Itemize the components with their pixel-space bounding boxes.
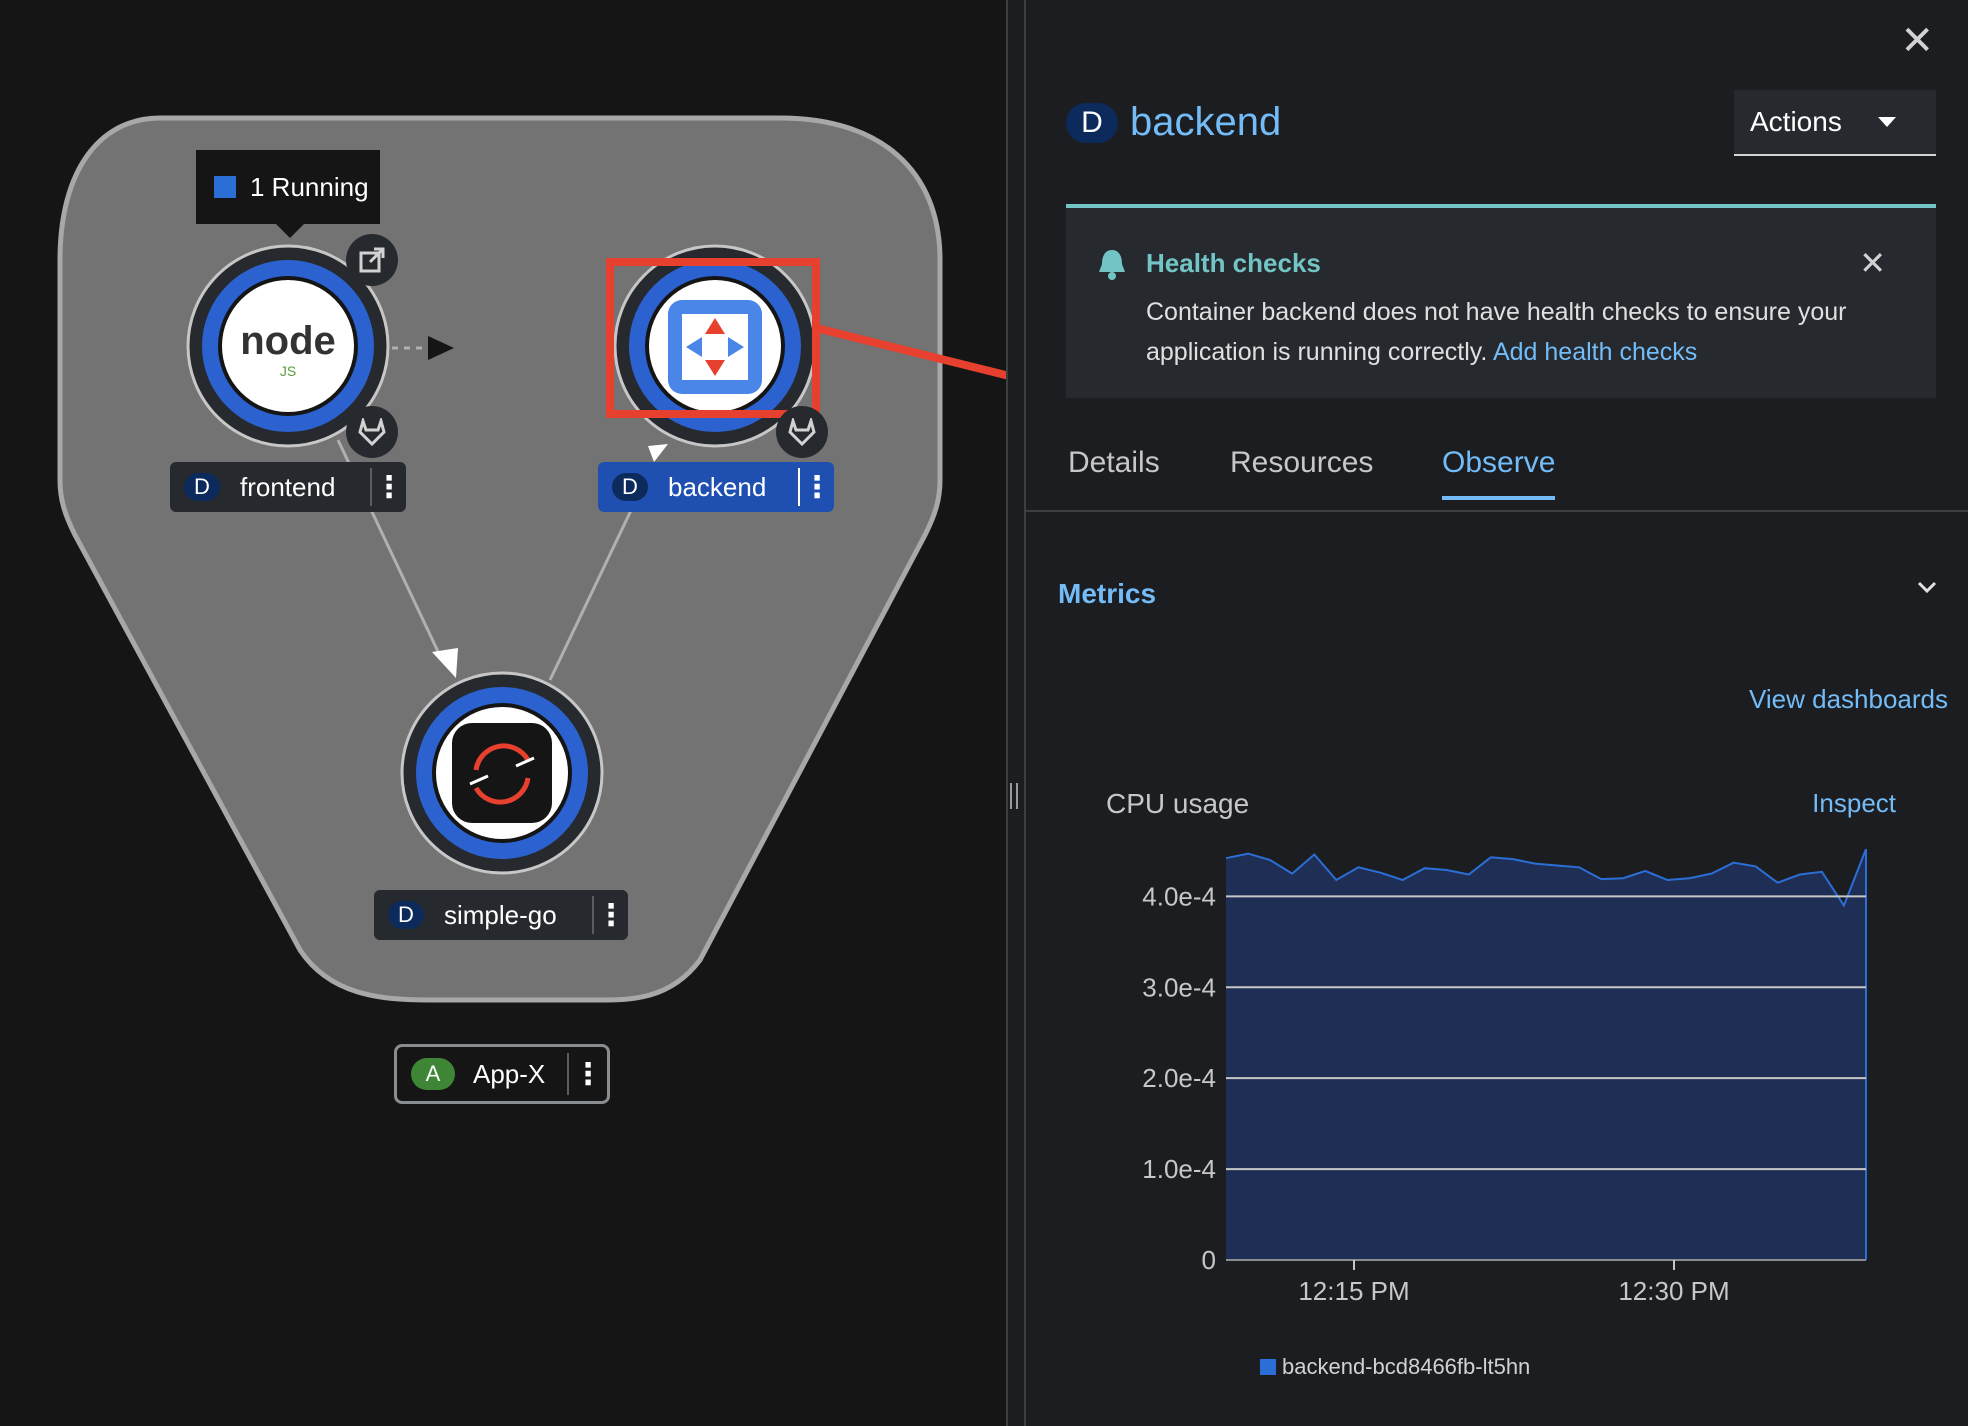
y-tick-label: 1.0e-4 bbox=[1142, 1154, 1216, 1184]
node-label-simple-go[interactable]: D simple-go ⋮ bbox=[374, 890, 628, 940]
y-tick-label: 4.0e-4 bbox=[1142, 881, 1216, 911]
legend-swatch bbox=[1260, 1359, 1276, 1375]
metrics-heading[interactable]: Metrics bbox=[1058, 578, 1156, 610]
actions-label: Actions bbox=[1750, 106, 1842, 137]
y-tick-label: 0 bbox=[1202, 1245, 1216, 1275]
tab-details[interactable]: Details bbox=[1068, 446, 1160, 496]
topology-canvas[interactable]: node JS 1 Running D frontend ⋮ D backend… bbox=[0, 0, 1006, 1426]
cpu-area-fill bbox=[1226, 849, 1866, 1260]
panel-resize-divider[interactable] bbox=[1006, 0, 1026, 1426]
cpu-usage-chart: 0 1.0e-4 2.0e-4 3.0e-4 4.0e-4 12:15 PM 12:30 P… bbox=[1142, 848, 1867, 1306]
side-panel: ✕ D backend Actions Health checks ✕ Cont… bbox=[1026, 0, 1968, 1426]
node-label-backend[interactable]: D backend ⋮ bbox=[598, 462, 834, 512]
panel-title: D backend bbox=[1066, 100, 1281, 145]
svg-text:JS: JS bbox=[280, 363, 296, 379]
y-tick-label: 3.0e-4 bbox=[1142, 972, 1216, 1002]
gitlab-icon bbox=[358, 418, 386, 446]
deployment-badge: D bbox=[1066, 102, 1118, 143]
node-name: frontend bbox=[240, 471, 336, 502]
application-badge: A bbox=[411, 1058, 455, 1090]
edit-source-button-backend[interactable] bbox=[776, 406, 828, 458]
x-tick-label: 12:15 PM bbox=[1298, 1276, 1409, 1306]
external-link-icon bbox=[359, 247, 385, 273]
node-simple-go bbox=[400, 671, 604, 875]
application-kebab-button[interactable]: ⋮ bbox=[567, 1053, 607, 1095]
deployment-badge: D bbox=[184, 473, 220, 501]
svg-text:node: node bbox=[240, 319, 336, 363]
edit-source-button-frontend[interactable] bbox=[346, 406, 398, 458]
node-kebab-button[interactable]: ⋮ bbox=[370, 468, 406, 506]
tab-bar: Details Resources Observe bbox=[1026, 432, 1968, 512]
add-health-checks-link[interactable]: Add health checks bbox=[1493, 338, 1697, 366]
legend-label: backend-bcd8466fb-lt5hn bbox=[1282, 1354, 1531, 1379]
actions-dropdown[interactable]: Actions bbox=[1734, 90, 1936, 156]
x-tick-label: 12:30 PM bbox=[1618, 1276, 1729, 1306]
close-panel-button[interactable]: ✕ bbox=[1900, 18, 1934, 64]
health-checks-alert: Health checks ✕ Container backend does n… bbox=[1066, 204, 1936, 398]
application-label[interactable]: A App-X ⋮ bbox=[394, 1044, 610, 1104]
deployment-badge: D bbox=[388, 901, 424, 929]
view-dashboards-link[interactable]: View dashboards bbox=[1749, 684, 1948, 715]
tab-resources[interactable]: Resources bbox=[1230, 446, 1373, 496]
close-alert-button[interactable]: ✕ bbox=[1859, 244, 1886, 282]
resize-grip-icon[interactable] bbox=[1010, 783, 1018, 809]
topology-graph: node JS bbox=[57, 115, 1006, 1003]
open-url-button[interactable] bbox=[346, 234, 398, 286]
node-kebab-button[interactable]: ⋮ bbox=[798, 468, 834, 506]
chevron-down-icon[interactable] bbox=[1916, 580, 1938, 594]
caret-down-icon bbox=[1877, 117, 1896, 127]
inspect-link[interactable]: Inspect bbox=[1812, 788, 1896, 819]
node-label-frontend[interactable]: D frontend ⋮ bbox=[170, 462, 406, 512]
node-kebab-button[interactable]: ⋮ bbox=[592, 896, 628, 934]
bell-icon bbox=[1099, 250, 1125, 280]
application-name: App-X bbox=[473, 1058, 546, 1089]
cpu-usage-title: CPU usage bbox=[1106, 788, 1250, 819]
gitlab-icon bbox=[788, 418, 816, 446]
pod-status-tooltip: 1 Running bbox=[196, 150, 380, 238]
alert-title: Health checks bbox=[1146, 248, 1321, 278]
tooltip-text: 1 Running bbox=[250, 171, 369, 202]
tab-observe[interactable]: Observe bbox=[1442, 446, 1556, 500]
node-name: simple-go bbox=[444, 899, 557, 930]
y-tick-label: 2.0e-4 bbox=[1142, 1063, 1216, 1093]
alert-body: Container backend does not have health c… bbox=[1146, 292, 1886, 372]
node-name: backend bbox=[668, 471, 767, 502]
resource-name: backend bbox=[1130, 100, 1282, 144]
running-status-icon bbox=[214, 176, 236, 198]
chart-legend: backend-bcd8466fb-lt5hn bbox=[1260, 1354, 1530, 1380]
deployment-badge: D bbox=[612, 473, 648, 501]
